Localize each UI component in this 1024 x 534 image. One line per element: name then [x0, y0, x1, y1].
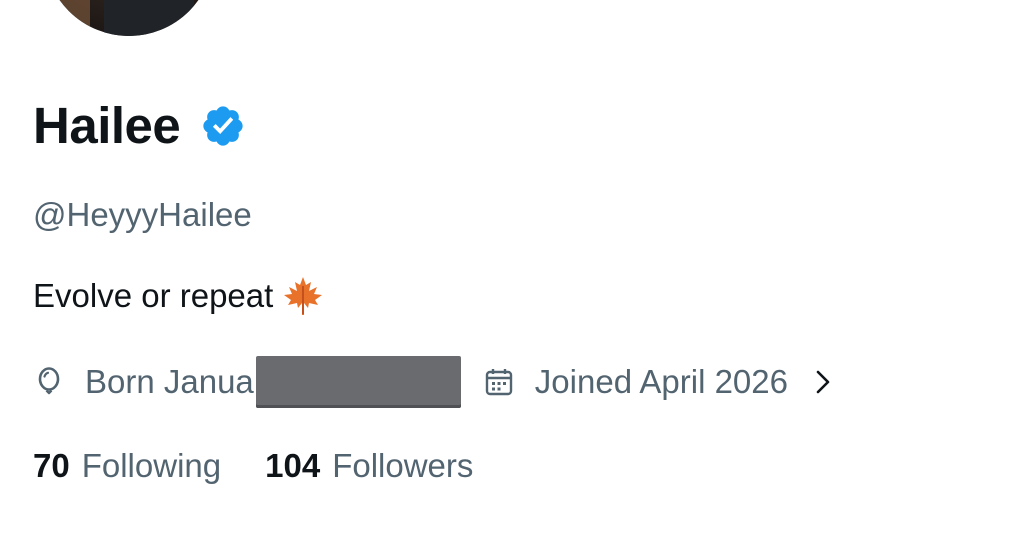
followers-count: 104 [265, 447, 321, 484]
following-link[interactable]: 70 Following [33, 447, 221, 485]
verified-badge-icon[interactable] [200, 103, 246, 149]
followers-label: Followers [332, 447, 474, 484]
following-label: Following [81, 447, 222, 484]
balloon-icon [33, 366, 65, 398]
display-name: Hailee [33, 97, 181, 154]
name-row: Hailee [33, 96, 246, 156]
avatar-hair [50, 0, 90, 36]
birthday-item: Born Janua [33, 356, 461, 408]
maple-leaf-icon [281, 274, 325, 318]
joined-text: Joined April 2026 [534, 363, 788, 400]
bio-text: Evolve or repeat [33, 277, 274, 314]
joined-item[interactable]: Joined April 2026 [483, 363, 834, 401]
profile-meta-row: Born Janua Joined April 2026 [33, 356, 834, 408]
user-handle: @HeyyyHailee [33, 196, 252, 233]
follow-stats: 70 Following 104 Followers [33, 442, 517, 490]
followers-link[interactable]: 104 Followers [265, 447, 473, 485]
following-count: 70 [33, 447, 70, 484]
calendar-icon [483, 366, 515, 398]
profile-page: Hailee @HeyyyHailee Evolve or repeat Bor… [0, 0, 1024, 534]
chevron-right-icon[interactable] [812, 367, 834, 397]
avatar[interactable] [40, 0, 218, 40]
avatar-shirt [104, 0, 194, 36]
bio: Evolve or repeat [33, 274, 325, 318]
redaction-bar [255, 356, 461, 408]
birthday-text: Born Janua [85, 363, 254, 400]
